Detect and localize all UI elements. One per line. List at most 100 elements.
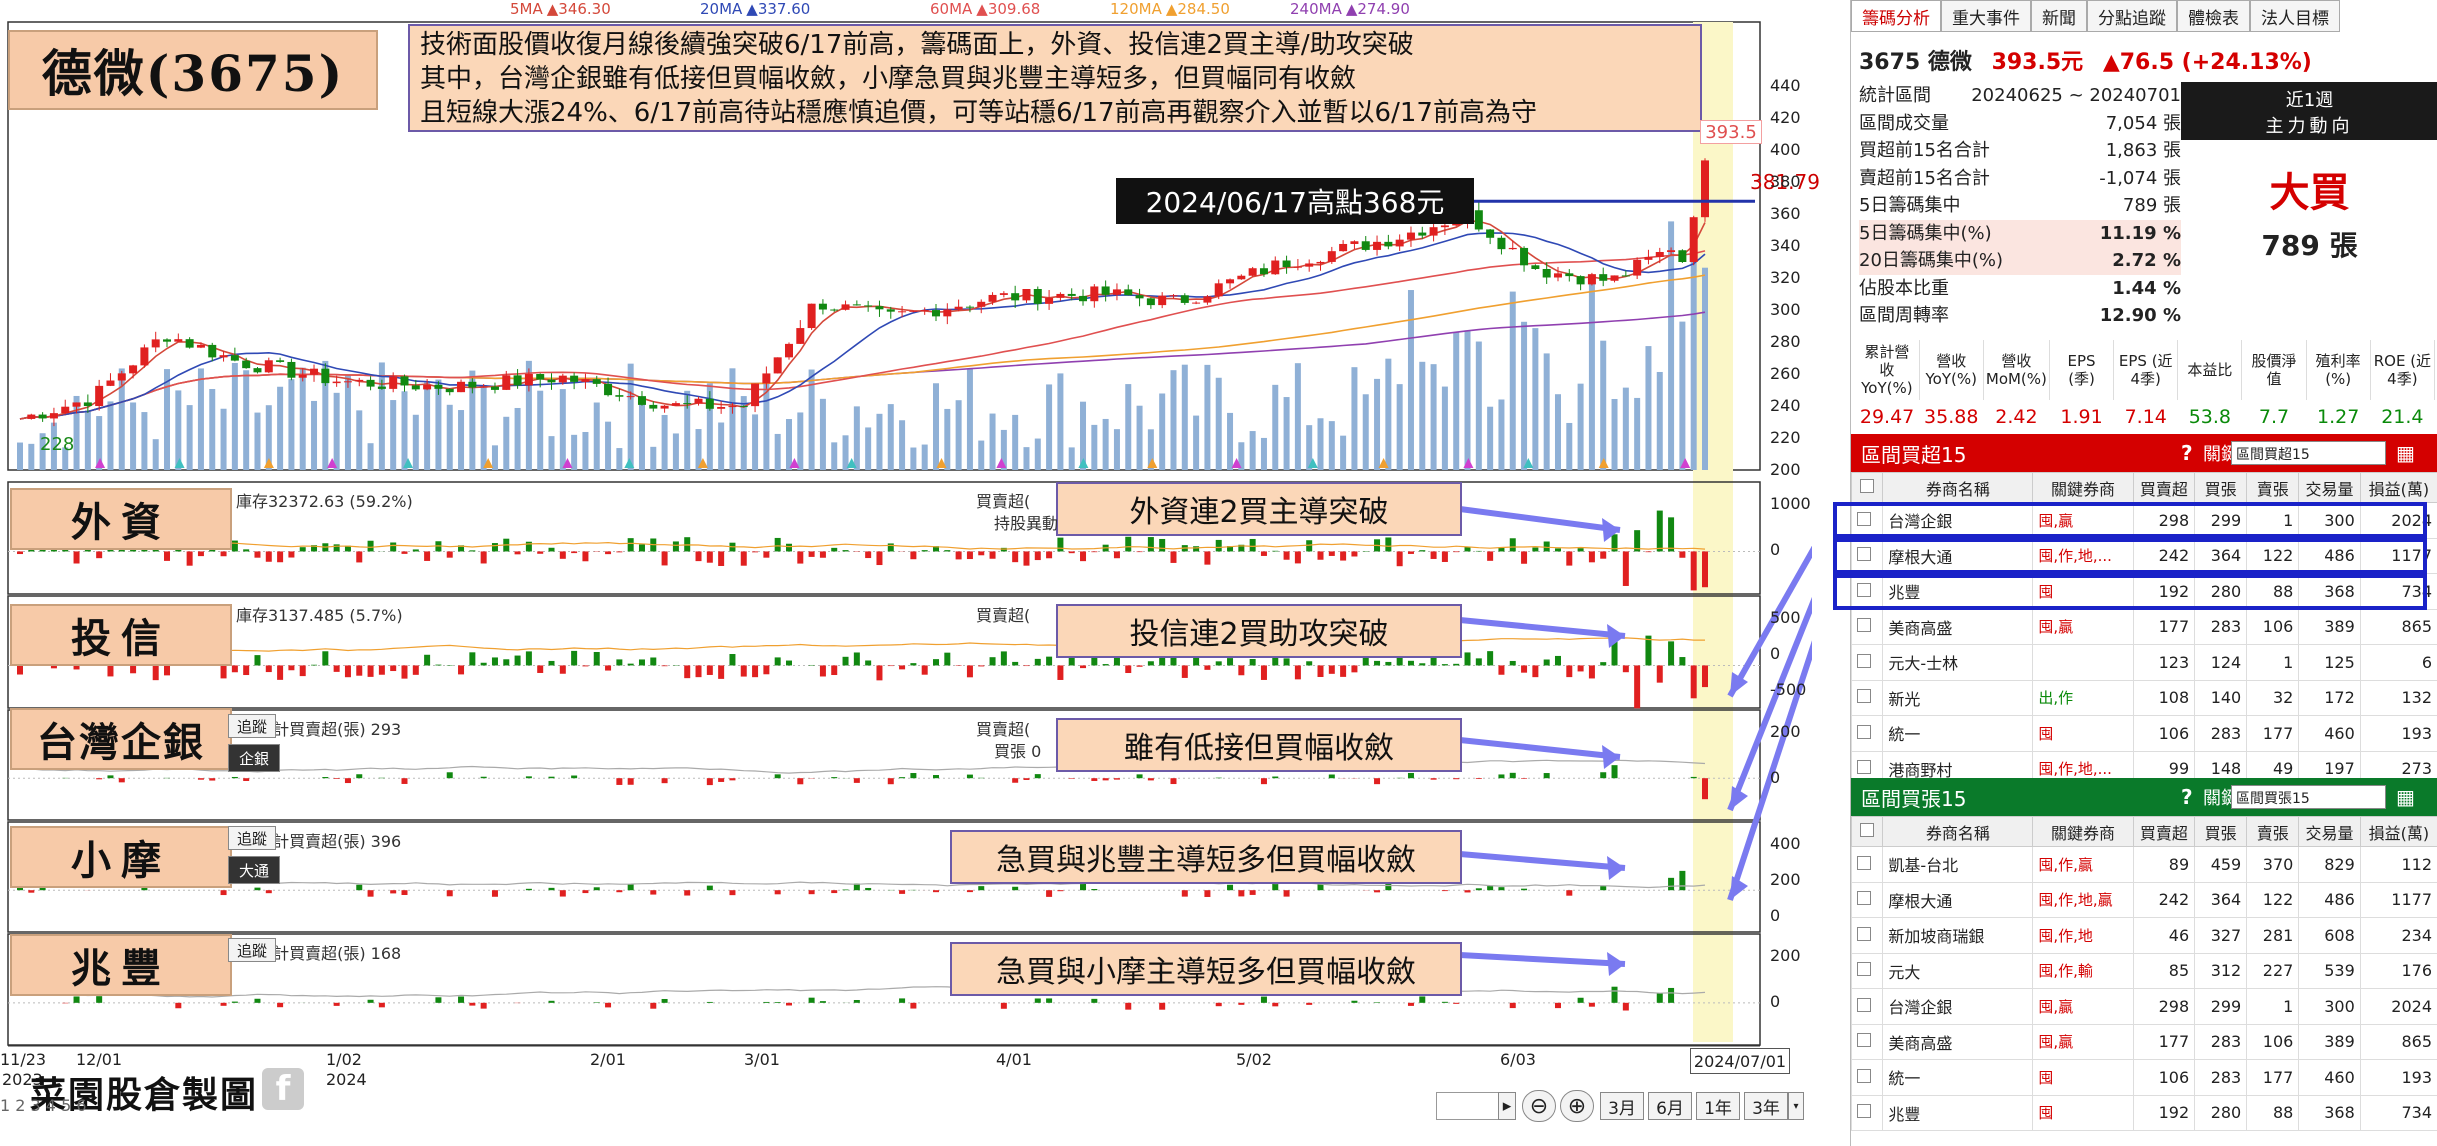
- flow-bar: [1091, 551, 1098, 553]
- column-header[interactable]: 關鍵券商: [2032, 816, 2134, 847]
- column-header[interactable]: 買賣超: [2132, 472, 2196, 503]
- trade-vol: 460: [2298, 715, 2361, 752]
- flow-bar: [933, 659, 940, 666]
- row-checkbox[interactable]: [1850, 881, 1884, 918]
- help-icon[interactable]: ?: [2181, 441, 2193, 465]
- broker-row[interactable]: 台灣企銀 囤,贏 298 299 1 300 2024: [1850, 988, 2437, 1025]
- row-checkbox[interactable]: [1850, 715, 1884, 752]
- row-checkbox[interactable]: [1850, 846, 1884, 883]
- zoom-in-icon[interactable]: ⊕: [1560, 1090, 1594, 1122]
- flow-bar: [842, 656, 849, 666]
- row-checkbox[interactable]: [1850, 608, 1884, 645]
- row-checkbox[interactable]: [1850, 917, 1884, 954]
- candle-body: [366, 379, 375, 387]
- broker-row[interactable]: 統一囤 106 283 177 460 193: [1850, 715, 2437, 752]
- column-header[interactable]: 買張: [2194, 472, 2248, 503]
- candle-body: [61, 406, 70, 414]
- current-date-label: 2024/07/01: [1690, 1048, 1790, 1074]
- row-checkbox[interactable]: [1850, 644, 1884, 681]
- scroll-right-button[interactable]: ▸: [1498, 1092, 1516, 1120]
- row-checkbox[interactable]: [1850, 1059, 1884, 1096]
- broker-name: 美商高盛: [1882, 1023, 2034, 1060]
- column-header[interactable]: 損益(萬): [2359, 816, 2437, 847]
- column-header[interactable]: 券商名稱: [1882, 472, 2034, 503]
- broker-row[interactable]: 美商高盛 囤,贏 177 283 106 389 865: [1850, 1023, 2437, 1060]
- row-checkbox[interactable]: [1850, 988, 1884, 1025]
- broker-row[interactable]: 美商高盛 囤,贏 177 283 106 389 865: [1850, 608, 2437, 645]
- column-header[interactable]: 賣張: [2246, 472, 2300, 503]
- column-header[interactable]: 買賣超: [2132, 816, 2196, 847]
- track-button[interactable]: 追蹤: [228, 826, 276, 850]
- facebook-icon[interactable]: f: [262, 1068, 304, 1110]
- grid-icon[interactable]: ▦: [2396, 441, 2415, 465]
- row-checkbox[interactable]: [1850, 1094, 1884, 1131]
- flow-bar: [876, 551, 883, 566]
- buyvol-top15-select[interactable]: 區間買張15: [2231, 785, 2386, 809]
- flow-bar: [491, 543, 498, 552]
- sell-vol: 122: [2246, 881, 2300, 918]
- tab-2[interactable]: 新聞: [2031, 0, 2087, 32]
- volume-bar: [989, 413, 996, 470]
- buy-top15-select[interactable]: 區間買超15: [2231, 441, 2386, 465]
- net-buy: 123: [2132, 644, 2196, 681]
- net-buy: 106: [2132, 1059, 2196, 1096]
- column-header[interactable]: 賣張: [2246, 816, 2300, 847]
- broker-row[interactable]: 新光 出,作 108 140 32 172 132: [1850, 679, 2437, 716]
- flow-bar: [1260, 778, 1267, 785]
- tab-1[interactable]: 重大事件: [1941, 0, 2031, 32]
- volume-bar: [220, 408, 227, 470]
- row-checkbox[interactable]: [1850, 952, 1884, 989]
- broker-row[interactable]: 元大-士林 123 124 1 125 6: [1850, 644, 2437, 681]
- tab-4[interactable]: 體檢表: [2177, 0, 2250, 32]
- column-header[interactable]: 交易量: [2298, 472, 2361, 503]
- page-numbers[interactable]: 1 2 3 4 5 6: [0, 1096, 87, 1115]
- column-header[interactable]: 券商名稱: [1882, 816, 2034, 847]
- panel-tick: 0: [1770, 768, 1781, 787]
- track-button[interactable]: 追蹤: [228, 714, 276, 738]
- broker-button[interactable]: 大通: [228, 856, 280, 884]
- range-3m-button[interactable]: 3月: [1600, 1092, 1644, 1120]
- flow-bar: [435, 664, 442, 666]
- tab-3[interactable]: 分點追蹤: [2087, 0, 2177, 32]
- zoom-out-icon[interactable]: ⊖: [1522, 1090, 1556, 1122]
- pnl: 865: [2359, 608, 2437, 645]
- broker-row[interactable]: 新加坡商瑞銀 囤,作,地 46 327 281 608 234: [1850, 917, 2437, 954]
- column-header[interactable]: 交易量: [2298, 816, 2361, 847]
- flow-bar: [28, 890, 35, 893]
- row-checkbox[interactable]: [1850, 679, 1884, 716]
- column-header[interactable]: 買張: [2194, 816, 2248, 847]
- broker-row[interactable]: 摩根大通 囤,作,地,贏 242 364 122 486 1177: [1850, 881, 2437, 918]
- tab-0[interactable]: 籌碼分析: [1851, 0, 1941, 32]
- candle-body: [1214, 283, 1223, 297]
- range-1y-button[interactable]: 1年: [1696, 1092, 1740, 1120]
- select-all-checkbox[interactable]: [1850, 472, 1884, 503]
- flow-bar: [1080, 665, 1087, 669]
- flow-bar: [254, 655, 261, 666]
- tab-5[interactable]: 法人目標: [2250, 0, 2340, 32]
- volume-bar: [130, 402, 137, 470]
- volume-bar: [718, 422, 725, 470]
- flow-bar: [73, 551, 80, 564]
- broker-button[interactable]: 企銀: [228, 744, 280, 772]
- column-header[interactable]: 損益(萬): [2359, 472, 2437, 503]
- candle-body: [1610, 275, 1619, 281]
- buyvol-top15-table: 券商名稱 關鍵券商 買賣超 買張 賣張 交易量 損益(萬) 凱基-台北 囤,作,贏 89 459 37…: [1850, 816, 2437, 1131]
- broker-row[interactable]: 統一囤 106 283 177 460 193: [1850, 1059, 2437, 1096]
- select-all-checkbox[interactable]: [1850, 816, 1884, 847]
- help-icon[interactable]: ?: [2181, 785, 2193, 809]
- broker-row[interactable]: 兆豐囤 192 280 88 368 734: [1850, 1094, 2437, 1131]
- flow-bar: [899, 998, 906, 1003]
- track-button[interactable]: 追蹤: [228, 938, 276, 962]
- broker-row[interactable]: 凱基-台北 囤,作,贏 89 459 370 829 112: [1850, 846, 2437, 883]
- row-checkbox[interactable]: [1850, 1023, 1884, 1060]
- broker-grid: 券商名稱 關鍵券商 買賣超 買張 賣張 交易量 損益(萬) 凱基-台北 囤,作,贏 89 459 37…: [1850, 816, 2437, 1131]
- broker-row[interactable]: 元大 囤,作,輸 85 312 227 539 176: [1850, 952, 2437, 989]
- range-3y-button[interactable]: 3年: [1744, 1092, 1788, 1120]
- range-6m-button[interactable]: 6月: [1648, 1092, 1692, 1120]
- grid-icon[interactable]: ▦: [2396, 785, 2415, 809]
- flow-bar: [1283, 551, 1290, 560]
- flow-bar: [785, 1002, 792, 1006]
- volume-bar: [797, 412, 804, 470]
- column-header[interactable]: 關鍵券商: [2032, 472, 2134, 503]
- range-dropdown[interactable]: ▾: [1788, 1092, 1804, 1120]
